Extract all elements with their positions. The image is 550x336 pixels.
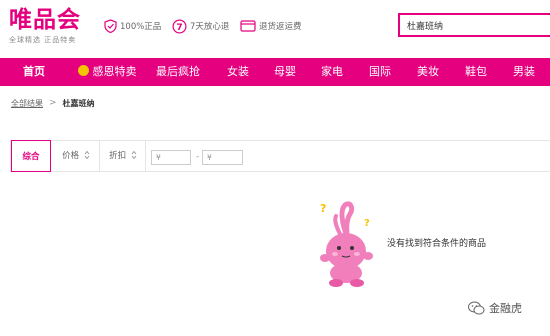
nav-item-appliances[interactable]: 家电 — [319, 58, 345, 86]
sun-icon — [77, 65, 89, 76]
sort-price-button[interactable]: 价格 — [53, 141, 99, 171]
breadcrumb: 全部结果 > 杜嘉班纳 — [11, 96, 95, 110]
search-query: 杜嘉班纳 — [407, 21, 444, 32]
promise-return-label: 7天放心退 — [190, 22, 230, 32]
sort-arrows-icon — [131, 143, 137, 173]
wechat-icon — [468, 301, 485, 315]
seven-day-return-icon: 7 — [172, 18, 187, 34]
nav-item-women[interactable]: 女装 — [225, 58, 251, 86]
watermark-label: 金融虎 — [489, 302, 522, 315]
nav-item-international[interactable]: 国际 — [367, 58, 393, 86]
sort-discount-button[interactable]: 折扣 — [101, 141, 145, 171]
promise-authentic-label: 100%正品 — [120, 22, 162, 32]
main-nav: 首页 感恩特卖 最后疯抢 女装 母婴 家电 国际 美妆 鞋包 男装 — [0, 58, 550, 86]
logo-text: 唯品会 — [9, 7, 81, 33]
sort-price-label: 价格 — [62, 151, 80, 161]
svg-text:7: 7 — [176, 23, 182, 33]
site-header: 唯品会 全球精选 正品特卖 100%正品 7 7天放心退 退货返运费 杜嘉班纳 — [0, 0, 550, 58]
sort-arrows-icon — [84, 143, 90, 173]
nav-item-beauty[interactable]: 美妆 — [415, 58, 441, 86]
search-input[interactable]: 杜嘉班纳 — [398, 13, 550, 37]
nav-item-shoes-bags[interactable]: 鞋包 — [463, 58, 489, 86]
sort-bar: 综合 价格 折扣 ¥ - ¥ — [10, 140, 550, 172]
vip-logo[interactable]: 唯品会 全球精选 正品特卖 — [9, 7, 97, 47]
nav-item-home[interactable]: 首页 — [14, 58, 54, 86]
promise-authentic: 100%正品 — [104, 18, 161, 34]
breadcrumb-current: 杜嘉班纳 — [62, 98, 95, 108]
return-shipping-icon — [240, 20, 256, 32]
price-max-input[interactable]: ¥ — [202, 150, 243, 165]
question-mark-icon: ? — [320, 202, 326, 215]
sort-discount-label: 折扣 — [109, 151, 127, 161]
promise-shipping-label: 退货返运费 — [259, 22, 302, 32]
promise-shipping: 退货返运费 — [240, 18, 302, 34]
nav-item-baby[interactable]: 母婴 — [272, 58, 298, 86]
logo-slogan: 全球精选 正品特卖 — [9, 36, 77, 44]
confused-mascot-illustration: ? ? — [320, 201, 373, 287]
sort-divider — [99, 141, 100, 171]
breadcrumb-root[interactable]: 全部结果 — [11, 98, 43, 109]
breadcrumb-separator: > — [49, 98, 57, 108]
question-mark-icon: ? — [364, 218, 370, 229]
price-range-separator: - — [196, 152, 200, 162]
promise-return: 7 7天放心退 — [172, 18, 229, 34]
nav-item-final-rush[interactable]: 最后疯抢 — [155, 58, 201, 86]
nav-item-thanksgiving[interactable]: 感恩特卖 — [72, 58, 142, 86]
sort-divider — [145, 141, 146, 171]
wechat-watermark: 金融虎 — [468, 300, 522, 316]
nav-item-men[interactable]: 男装 — [511, 58, 537, 86]
sort-default-tab[interactable]: 综合 — [11, 140, 51, 172]
price-min-input[interactable]: ¥ — [151, 150, 191, 165]
empty-result-message: 没有找到符合条件的商品 — [387, 239, 487, 249]
shield-check-icon — [104, 19, 117, 33]
